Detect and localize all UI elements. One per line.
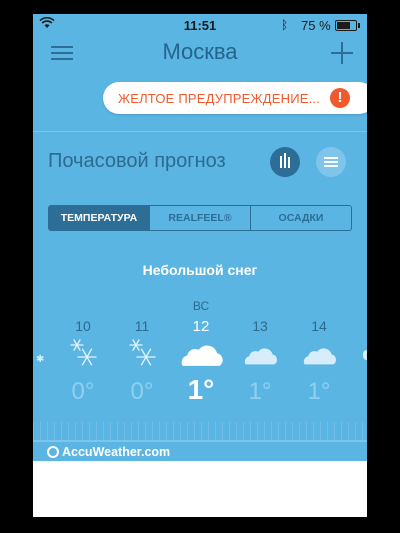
snow-icon xyxy=(112,337,172,371)
timeline-scale[interactable] xyxy=(33,422,367,442)
forecast-tabs: ТЕМПЕРАТУРА REALFEEL® ОСАДКИ xyxy=(48,205,352,231)
app-header: Москва xyxy=(33,36,367,74)
battery-icon xyxy=(335,20,360,31)
forecast-hour: 10 xyxy=(75,318,91,334)
list-icon xyxy=(324,161,338,163)
timeline-baseline xyxy=(33,440,367,442)
temperature-value[interactable]: 1° xyxy=(230,378,290,406)
warning-text: ЖЕЛТОЕ ПРЕДУПРЕЖДЕНИЕ... xyxy=(118,91,321,106)
battery-percentage: 75 % xyxy=(301,18,331,33)
tab-realfeel[interactable]: REALFEEL® xyxy=(149,206,250,230)
cloud-icon xyxy=(230,337,290,371)
app-screen: 11:51 ᛒ 75 % Москва ЖЕЛТОЕ ПРЕДУПРЕЖДЕНИ… xyxy=(33,14,367,517)
brand-name: AccuWeather.com xyxy=(62,445,171,459)
bluetooth-icon: ᛒ xyxy=(281,18,289,32)
list-view-button[interactable] xyxy=(316,147,346,177)
forecast-hour: 11 xyxy=(134,318,150,334)
tab-temperature[interactable]: ТЕМПЕРАТУРА xyxy=(49,206,149,230)
status-bar: 11:51 ᛒ 75 % xyxy=(33,14,367,36)
bar-chart-icon xyxy=(284,153,286,168)
cloud-icon xyxy=(289,337,349,371)
hourly-forecast-title: Почасовой прогноз xyxy=(48,150,226,172)
temperature-value[interactable]: 0° xyxy=(53,378,113,406)
tab-precipitation[interactable]: ОСАДКИ xyxy=(250,206,351,230)
temperature-value[interactable]: 1° xyxy=(171,374,231,406)
bottom-panel xyxy=(33,461,367,517)
city-title[interactable]: Москва xyxy=(33,39,367,65)
section-divider xyxy=(33,131,367,132)
add-location-icon[interactable] xyxy=(331,42,353,64)
temperature-value[interactable]: 0° xyxy=(112,378,172,406)
cloud-icon xyxy=(363,350,367,360)
bar-chart-icon xyxy=(280,156,282,168)
snow-icon: ✱ xyxy=(36,354,45,365)
chart-view-button[interactable] xyxy=(270,147,300,177)
forecast-hour: 14 xyxy=(311,318,327,334)
day-label: ВС xyxy=(192,299,210,313)
alert-icon: ! xyxy=(330,88,350,108)
forecast-hour: 12 xyxy=(192,318,210,335)
weather-condition: Небольшой снег xyxy=(142,262,258,278)
warning-banner[interactable]: ЖЕЛТОЕ ПРЕДУПРЕЖДЕНИЕ... ! xyxy=(103,82,367,114)
bar-chart-icon xyxy=(288,157,290,168)
list-icon xyxy=(324,157,338,159)
accuweather-logo-icon xyxy=(47,446,59,458)
forecast-hour: 13 xyxy=(252,318,268,334)
brand-logo[interactable]: AccuWeather.com xyxy=(47,445,170,459)
list-icon xyxy=(324,165,338,167)
snow-icon xyxy=(53,337,113,371)
cloud-icon xyxy=(171,337,231,371)
temperature-value[interactable]: 1° xyxy=(289,378,349,406)
